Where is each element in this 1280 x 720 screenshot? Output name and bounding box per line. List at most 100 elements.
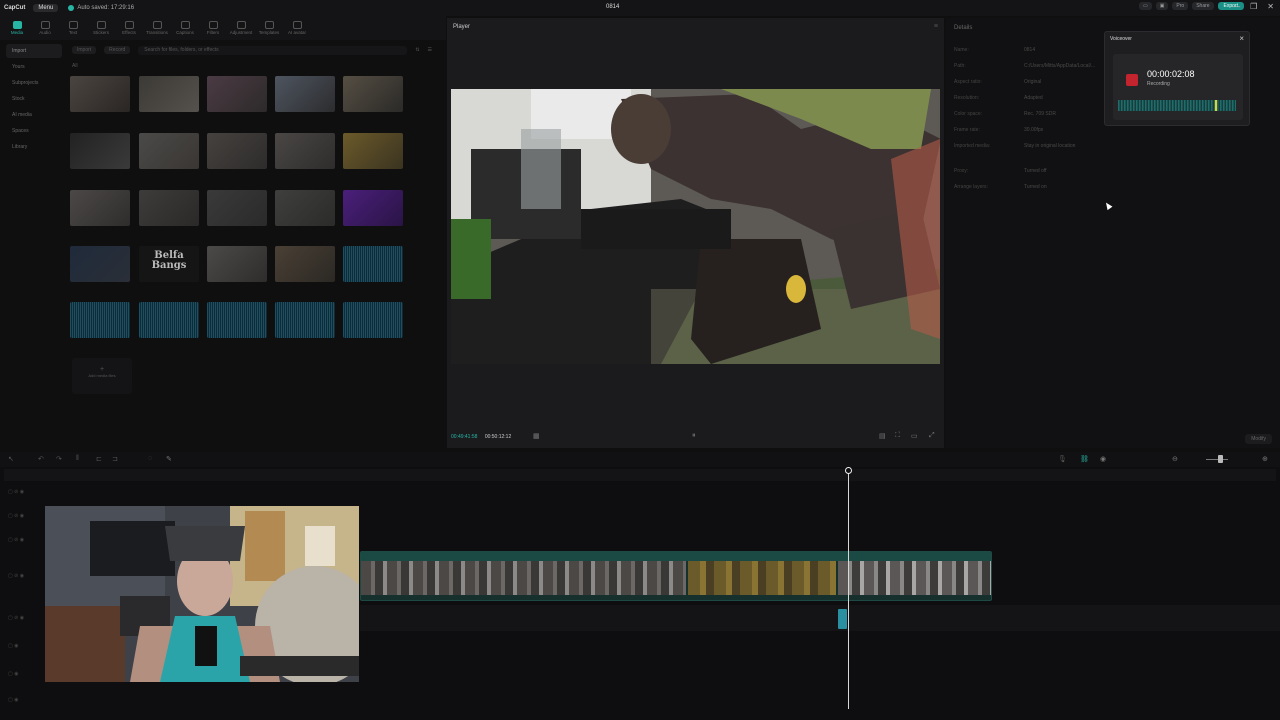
pro-button[interactable]: Pro [1172, 2, 1189, 10]
sidebar-item-ai-media[interactable]: AI media [6, 108, 62, 122]
redo-icon[interactable]: ↷ [56, 455, 62, 463]
media-thumbnail[interactable] [70, 190, 130, 226]
tool-text[interactable]: Text [64, 21, 82, 35]
sidebar-item-library[interactable]: Library [6, 140, 62, 154]
tool-captions[interactable]: Captions [176, 21, 194, 35]
audio-thumbnail[interactable] [70, 302, 130, 338]
play-pause-button[interactable]: ⏸ [692, 432, 696, 440]
playhead-handle[interactable] [845, 467, 852, 474]
media-thumbnail[interactable] [70, 133, 130, 169]
clip-filmstrip[interactable] [361, 561, 686, 595]
link-icon[interactable]: ⛓ [1080, 455, 1089, 463]
media-thumbnail-logo[interactable]: Belfa Bangs [139, 246, 199, 282]
tool-effects[interactable]: Effects [120, 21, 138, 35]
media-thumbnail[interactable] [275, 190, 335, 226]
crop-icon[interactable]: ⛶ [895, 432, 900, 440]
media-thumbnail[interactable] [70, 246, 130, 282]
media-thumbnail[interactable] [139, 133, 199, 169]
media-thumbnail[interactable] [343, 190, 403, 226]
record-stop-button[interactable] [1126, 74, 1138, 86]
media-thumbnail[interactable] [275, 246, 335, 282]
split-icon[interactable]: ‖ [76, 455, 79, 462]
filter-icon[interactable]: ☰ [428, 47, 432, 53]
tool-adjustment[interactable]: Adjustment [230, 21, 252, 35]
playhead[interactable] [848, 467, 849, 709]
tool-audio[interactable]: Audio [36, 21, 54, 35]
trim-right-icon[interactable]: ⊐ [112, 455, 118, 463]
import-button[interactable]: Import [72, 46, 97, 54]
track-lock-icon[interactable]: ▢ ⊘ ◉ [8, 537, 24, 543]
maximize-icon[interactable]: ❐ [1250, 3, 1257, 11]
track-lock-icon[interactable]: ▢ ⊘ ◉ [8, 513, 24, 519]
media-thumbnail[interactable] [275, 133, 335, 169]
player-menu-icon[interactable]: ≡ [934, 23, 938, 30]
sidebar-item-subprojects[interactable]: Subprojects [6, 76, 62, 90]
zoom-slider-handle[interactable] [1218, 455, 1223, 463]
video-preview[interactable] [451, 89, 940, 364]
menu-button[interactable]: Menu [33, 4, 59, 12]
trim-left-icon[interactable]: ⊏ [96, 455, 102, 463]
modify-button[interactable]: Modify [1245, 434, 1272, 444]
audio-thumbnail[interactable] [343, 302, 403, 338]
track-lock-icon[interactable]: ▢ ◉ [8, 671, 18, 677]
microphone-icon[interactable]: 🎙 [1058, 455, 1067, 463]
layout-icon[interactable]: ▭ [1138, 2, 1152, 10]
media-thumbnail[interactable] [343, 76, 403, 112]
track-lock-icon[interactable]: ▢ ⊘ ◉ [8, 573, 24, 579]
sidebar-item-spaces[interactable]: Spaces [6, 124, 62, 138]
media-thumbnail[interactable] [207, 133, 267, 169]
media-thumbnail[interactable] [207, 76, 267, 112]
media-thumbnail[interactable] [275, 76, 335, 112]
zoom-out-icon[interactable]: ⊖ [1172, 455, 1178, 463]
tool-ai-avatar[interactable]: AI avatar [288, 21, 306, 35]
share-button[interactable]: Share [1192, 2, 1214, 10]
sort-icon[interactable]: ⇅ [415, 47, 419, 53]
media-thumbnail[interactable] [70, 76, 130, 112]
fullscreen-icon[interactable]: ⤢ [929, 432, 935, 440]
sidebar-item-import[interactable]: Import [6, 44, 62, 58]
tool-stickers[interactable]: Stickers [92, 21, 110, 35]
media-search-input[interactable]: Search for files, folders, or effects [138, 45, 408, 55]
track-lock-icon[interactable]: ▢ ◉ [8, 643, 18, 649]
audio-thumbnail[interactable] [343, 246, 403, 282]
tool-templates[interactable]: Templates [259, 21, 279, 35]
audio-thumbnail[interactable] [207, 302, 267, 338]
zoom-fit-icon[interactable]: ⊕ [1262, 455, 1268, 463]
tool-media[interactable]: Media [8, 21, 26, 35]
ratio-icon[interactable]: ▭ [911, 432, 918, 440]
media-thumbnail[interactable] [207, 190, 267, 226]
record-button[interactable]: Record [104, 46, 131, 54]
clip-filmstrip[interactable] [688, 561, 836, 595]
timeline-grid-icon[interactable]: ▦ [533, 432, 540, 440]
preview-icon[interactable]: ◉ [1100, 455, 1106, 463]
zoom-slider[interactable] [1206, 459, 1228, 460]
media-thumbnail[interactable] [139, 76, 199, 112]
clip-filmstrip[interactable] [838, 561, 991, 595]
audio-thumbnail[interactable] [275, 302, 335, 338]
media-thumbnail[interactable] [139, 190, 199, 226]
quality-icon[interactable]: ▤ [879, 432, 886, 440]
close-icon[interactable]: ✕ [1267, 3, 1274, 11]
monitor-icon[interactable]: ▣ [1155, 2, 1169, 10]
track-lock-icon[interactable]: ▢ ⊘ ◉ [8, 615, 24, 621]
track-lock-icon[interactable]: ▢ ◉ [8, 697, 18, 703]
edit-icon[interactable]: ✎ [166, 455, 172, 463]
select-tool-icon[interactable]: ↖ [8, 455, 14, 463]
track-lock-icon[interactable]: ▢ ⊘ ◉ [8, 489, 24, 495]
audio-track[interactable] [360, 605, 1280, 631]
all-filter-label[interactable]: All [72, 63, 78, 69]
minimize-icon[interactable]: — [1232, 3, 1240, 11]
tool-transitions[interactable]: Transitions [146, 21, 168, 35]
sidebar-item-stock[interactable]: Stock [6, 92, 62, 106]
video-clip-track[interactable] [360, 551, 992, 601]
add-media-tile[interactable]: + Add media files [72, 358, 132, 394]
media-thumbnail[interactable] [343, 133, 403, 169]
time-ruler[interactable] [4, 469, 1276, 481]
audio-thumbnail[interactable] [139, 302, 199, 338]
shield-icon[interactable]: ◌ [148, 455, 152, 462]
media-thumbnail[interactable] [207, 246, 267, 282]
undo-icon[interactable]: ↶ [38, 455, 44, 463]
sidebar-item-yours[interactable]: Yours [6, 60, 62, 74]
voiceover-clip[interactable] [838, 609, 847, 629]
tool-filters[interactable]: Filters [204, 21, 222, 35]
